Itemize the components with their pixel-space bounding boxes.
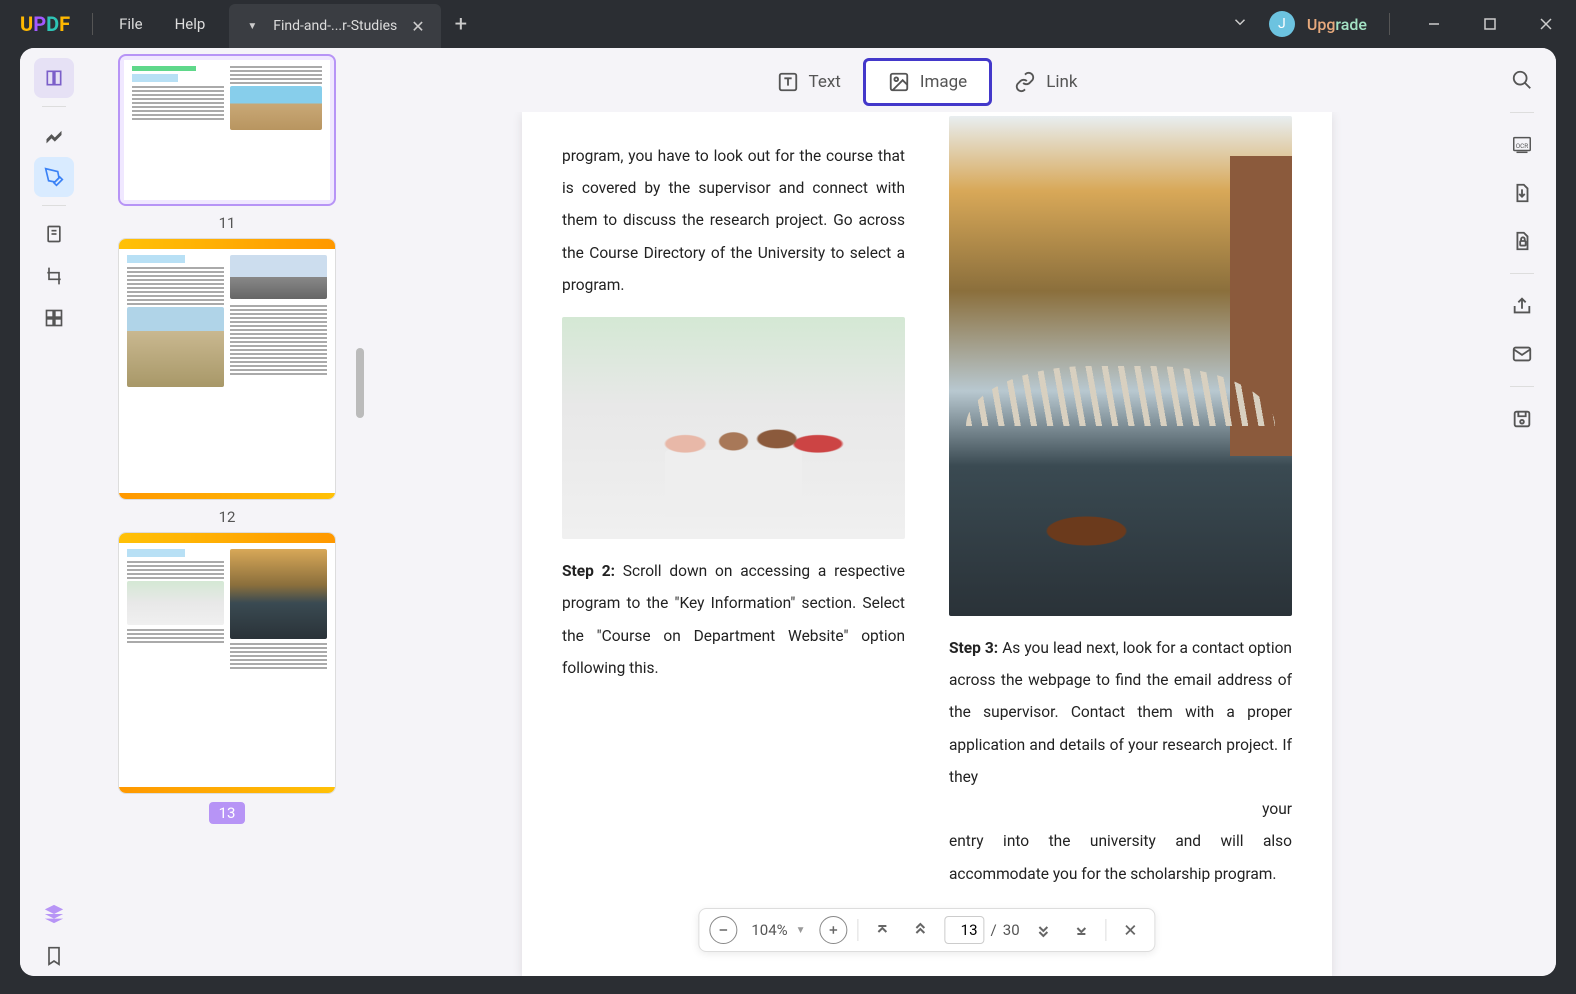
bottom-toolbar: 104% ▼ / 30 xyxy=(698,908,1155,952)
text-icon xyxy=(777,71,799,93)
workspace: 11 xyxy=(20,48,1556,976)
window-maximize-icon[interactable] xyxy=(1468,6,1512,42)
edit-button[interactable] xyxy=(34,157,74,197)
tool-label: Text xyxy=(809,72,841,92)
separator xyxy=(42,106,66,107)
separator xyxy=(1106,919,1107,941)
prev-page-button[interactable] xyxy=(907,916,935,944)
document-page: program, you have to look out for the co… xyxy=(522,112,1332,976)
titlebar: UPDF File Help ▼ Find-and-...r-Studies ✕… xyxy=(0,0,1576,48)
thumbnail-page-number: 11 xyxy=(219,214,236,232)
organize-pages-button[interactable] xyxy=(34,214,74,254)
page-thumbnail[interactable]: 12 xyxy=(118,238,336,526)
tool-label: Link xyxy=(1046,72,1077,92)
current-page-input[interactable] xyxy=(945,916,985,944)
document-tab[interactable]: ▼ Find-and-...r-Studies ✕ xyxy=(229,4,440,48)
new-tab-button[interactable]: + xyxy=(441,12,481,37)
next-page-button[interactable] xyxy=(1030,916,1058,944)
menu-help[interactable]: Help xyxy=(159,15,222,33)
close-bottom-bar-button[interactable] xyxy=(1117,916,1145,944)
app-logo: UPDF xyxy=(8,12,82,36)
last-page-button[interactable] xyxy=(1068,916,1096,944)
email-button[interactable] xyxy=(1502,334,1542,374)
edit-toolbar: Text Image Link xyxy=(366,48,1488,112)
main-panel: Text Image Link program, you have to loo… xyxy=(366,48,1488,976)
zoom-level[interactable]: 104% ▼ xyxy=(747,921,809,939)
zoom-out-button[interactable] xyxy=(709,916,737,944)
reader-mode-button[interactable] xyxy=(34,58,74,98)
history-dropdown-icon[interactable] xyxy=(1223,13,1257,35)
tool-label: Image xyxy=(920,72,967,92)
thumbnail-page-number: 13 xyxy=(209,802,246,824)
paragraph[interactable]: entry into the university and will also … xyxy=(949,825,1292,889)
paragraph[interactable]: Step 2: Scroll down on accessing a respe… xyxy=(562,555,905,684)
share-button[interactable] xyxy=(1502,286,1542,326)
paragraph[interactable]: program, you have to look out for the co… xyxy=(562,140,905,301)
separator xyxy=(1389,13,1390,35)
image-icon xyxy=(888,71,910,93)
tools-button[interactable] xyxy=(34,298,74,338)
link-icon xyxy=(1014,71,1036,93)
save-button[interactable] xyxy=(1502,399,1542,439)
separator xyxy=(42,205,66,206)
first-page-button[interactable] xyxy=(869,916,897,944)
crop-pages-button[interactable] xyxy=(34,256,74,296)
thumbnail-scrollbar[interactable] xyxy=(356,348,364,418)
edit-text-button[interactable]: Text xyxy=(755,61,863,103)
annotate-button[interactable] xyxy=(34,115,74,155)
convert-button[interactable] xyxy=(1502,173,1542,213)
page-indicator: / 30 xyxy=(945,916,1020,944)
page-column-right: Step 3: As you lead next, look for a con… xyxy=(949,140,1292,896)
thumbnail-page-number: 12 xyxy=(219,508,236,526)
right-toolbar: OCR xyxy=(1488,48,1556,976)
separator xyxy=(1510,112,1534,113)
edit-link-button[interactable]: Link xyxy=(992,61,1099,103)
step-label: Step 2: xyxy=(562,562,615,580)
step-text: As you lead next, look for a contact opt… xyxy=(949,639,1292,786)
window-close-icon[interactable] xyxy=(1524,6,1568,42)
zoom-in-button[interactable] xyxy=(820,916,848,944)
zoom-value: 104% xyxy=(751,921,787,939)
separator xyxy=(858,919,859,941)
window-minimize-icon[interactable] xyxy=(1412,6,1456,42)
menu-file[interactable]: File xyxy=(103,15,159,33)
layers-icon[interactable] xyxy=(34,894,74,934)
upgrade-button[interactable]: Upgrade xyxy=(1307,15,1367,34)
separator xyxy=(92,13,93,35)
page-column-left: program, you have to look out for the co… xyxy=(562,140,905,896)
page-separator: / xyxy=(991,921,997,939)
left-toolbar xyxy=(20,48,88,976)
tab-title: Find-and-...r-Studies xyxy=(273,18,397,34)
zoom-dropdown-icon[interactable]: ▼ xyxy=(796,925,806,936)
total-pages: 30 xyxy=(1003,921,1020,939)
tab-close-icon[interactable]: ✕ xyxy=(407,17,428,36)
document-view[interactable]: program, you have to look out for the co… xyxy=(366,112,1488,976)
ocr-button[interactable]: OCR xyxy=(1502,125,1542,165)
user-avatar[interactable]: J xyxy=(1269,11,1295,37)
page-thumbnail[interactable]: 13 xyxy=(118,532,336,824)
page-image-students[interactable] xyxy=(562,317,905,539)
step-label: Step 3: xyxy=(949,639,998,657)
paragraph[interactable]: your xyxy=(949,793,1292,825)
page-image-bridge[interactable] xyxy=(949,116,1292,616)
svg-text:OCR: OCR xyxy=(1516,142,1529,150)
edit-image-button[interactable]: Image xyxy=(863,58,992,106)
tab-dropdown-icon[interactable]: ▼ xyxy=(241,19,263,34)
paragraph[interactable]: Step 3: As you lead next, look for a con… xyxy=(949,632,1292,793)
separator xyxy=(1510,386,1534,387)
bookmark-icon[interactable] xyxy=(34,936,74,976)
page-thumbnail[interactable]: 11 xyxy=(118,54,336,232)
separator xyxy=(1510,273,1534,274)
search-button[interactable] xyxy=(1502,60,1542,100)
thumbnail-panel: 11 xyxy=(88,48,366,976)
protect-button[interactable] xyxy=(1502,221,1542,261)
